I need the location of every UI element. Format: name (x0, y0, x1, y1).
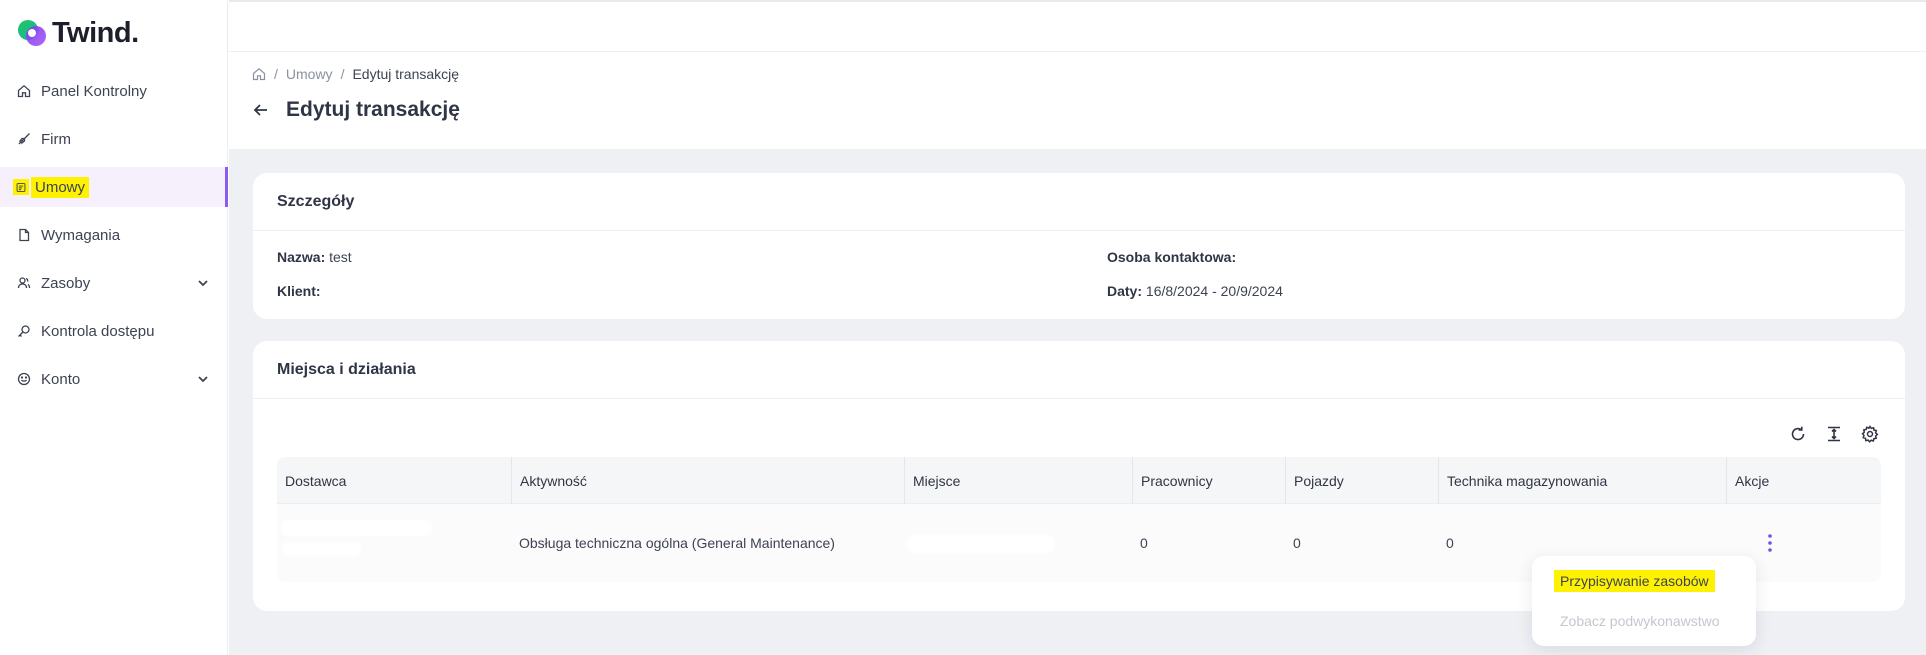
cell-workers: 0 (1140, 535, 1148, 551)
cell-activity: Obsługa techniczna ogólna (General Maint… (519, 535, 835, 551)
breadcrumb-umowy[interactable]: Umowy (286, 66, 333, 82)
kebab-menu-icon[interactable] (1760, 531, 1780, 555)
sidebar-item-umowy[interactable]: Umowy (0, 167, 228, 207)
breadcrumb-separator: / (340, 66, 345, 82)
sidebar-item-label: Zasoby (41, 274, 91, 292)
details-card-title: Szczegóły (253, 173, 1905, 231)
sidebar-item-label: Umowy (31, 176, 90, 198)
table-toolbar (1789, 425, 1879, 443)
breadcrumb-separator: / (274, 66, 278, 82)
twind-logo-icon (18, 20, 46, 46)
sidebar-item-label: Firm (41, 130, 71, 148)
smile-icon (16, 371, 32, 387)
sidebar-item-zasoby[interactable]: Zasoby (0, 263, 228, 303)
title-row: Edytuj transakcję (252, 98, 460, 122)
chevron-down-icon[interactable] (196, 276, 210, 290)
sidebar: Twind. Panel Kontrolny Firm Umowy Wymaga… (0, 0, 228, 655)
sidebar-item-kontrola-dostepu[interactable]: Kontrola dostępu (0, 311, 228, 351)
document-icon (16, 227, 32, 243)
users-icon (16, 275, 32, 291)
actions-dropdown-menu: Przypisywanie zasobów Zobacz podwykonaws… (1532, 556, 1756, 646)
places-card-title: Miejsca i działania (253, 341, 1905, 399)
breadcrumb-current: Edytuj transakcję (352, 66, 460, 82)
detail-dates: Daty: 16/8/2024 - 20/9/2024 (1107, 283, 1283, 299)
table-header: Dostawca Aktywność Miejsce Pracownicy Po… (277, 457, 1881, 504)
menu-item-zobacz-podwykonawstwo[interactable]: Zobacz podwykonawstwo (1560, 613, 1720, 629)
menu-item-przypisywanie-zasobow[interactable]: Przypisywanie zasobów (1554, 570, 1715, 592)
detail-name: Nazwa: test (277, 249, 352, 265)
column-header-pojazdy[interactable]: Pojazdy (1285, 457, 1438, 504)
column-header-miejsce[interactable]: Miejsce (904, 457, 1132, 504)
home-icon[interactable] (252, 67, 266, 81)
redacted-supplier (281, 520, 433, 536)
settings-gear-icon[interactable] (1861, 425, 1879, 443)
sidebar-item-firm[interactable]: Firm (0, 119, 228, 159)
detail-contact-label: Osoba kontaktowa: (1107, 249, 1237, 265)
sidebar-item-label: Panel Kontrolny (41, 82, 147, 100)
sidebar-item-konto[interactable]: Konto (0, 359, 228, 399)
chevron-down-icon[interactable] (196, 372, 210, 386)
details-card: Szczegóły Nazwa: test Klient: Osoba kont… (253, 173, 1905, 319)
detail-client-label: Klient: (277, 283, 321, 299)
sidebar-item-panel-kontrolny[interactable]: Panel Kontrolny (0, 71, 228, 111)
detail-client: Klient: (277, 283, 321, 299)
detail-dates-label: Daty: (1107, 283, 1143, 299)
page-title: Edytuj transakcję (286, 98, 460, 121)
detail-dates-value: 16/8/2024 - 20/9/2024 (1145, 283, 1283, 299)
refresh-icon[interactable] (1789, 425, 1807, 443)
contract-icon (13, 179, 29, 195)
app-name: Twind. (52, 16, 139, 49)
sidebar-item-label: Kontrola dostępu (41, 322, 155, 340)
page-header: / Umowy / Edytuj transakcję Edytuj trans… (229, 52, 1926, 149)
breadcrumb: / Umowy / Edytuj transakcję (252, 66, 459, 82)
sidebar-item-label: Wymagania (41, 226, 121, 244)
detail-contact: Osoba kontaktowa: (1107, 249, 1236, 265)
key-icon (16, 323, 32, 339)
top-bar (229, 0, 1926, 52)
column-header-technika-magazynowania[interactable]: Technika magazynowania (1438, 457, 1726, 504)
back-arrow-icon[interactable] (252, 101, 270, 119)
redacted-supplier (281, 542, 361, 556)
twind-logo[interactable]: Twind. (16, 16, 139, 50)
redacted-place (907, 534, 1055, 554)
column-header-dostawca[interactable]: Dostawca (277, 457, 511, 504)
cell-vehicles: 0 (1293, 535, 1301, 551)
column-header-pracownicy[interactable]: Pracownicy (1132, 457, 1285, 504)
column-header-aktywnosc[interactable]: Aktywność (511, 457, 904, 504)
home-icon (16, 83, 32, 99)
detail-name-label: Nazwa: (277, 249, 326, 265)
detail-name-value: test (329, 249, 352, 265)
column-header-akcje: Akcje (1726, 457, 1881, 504)
sidebar-item-wymagania[interactable]: Wymagania (0, 215, 228, 255)
column-height-icon[interactable] (1825, 425, 1843, 443)
sidebar-item-label: Konto (41, 370, 81, 388)
rocket-icon (16, 131, 32, 147)
